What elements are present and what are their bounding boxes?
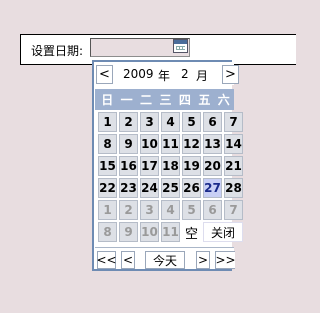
next-month-day-cell[interactable]: 5	[182, 200, 201, 220]
weekday-wednesday: 三	[159, 93, 172, 107]
footer-prev-month-button[interactable]: <	[121, 251, 135, 269]
day-cell[interactable]: 1	[98, 112, 117, 132]
next-month-day-cell[interactable]: 9	[119, 222, 138, 242]
day-cell[interactable]: 26	[182, 178, 201, 198]
day-cell[interactable]: 14	[224, 134, 243, 154]
weekday-sunday: 日	[101, 93, 114, 107]
day-cell[interactable]: 6	[203, 112, 222, 132]
next-month-day-cell[interactable]: 6	[203, 200, 222, 220]
weekday-tuesday: 二	[140, 93, 153, 107]
prev-year-button[interactable]: <<	[96, 251, 117, 269]
year-value[interactable]: 2009	[123, 67, 154, 81]
day-cell[interactable]: 15	[98, 156, 117, 176]
next-month-day-cell[interactable]: 8	[98, 222, 117, 242]
close-button[interactable]: 关闭	[203, 222, 243, 242]
day-cell[interactable]: 16	[119, 156, 138, 176]
weekday-thursday: 四	[178, 93, 191, 107]
day-cell[interactable]: 2	[119, 112, 138, 132]
day-cell[interactable]: 12	[182, 134, 201, 154]
weekday-saturday: 六	[217, 93, 230, 107]
month-unit: 月	[196, 69, 209, 83]
weekday-header-row: 日 一 二 三 四 五 六	[95, 89, 234, 110]
day-cell[interactable]: 7	[224, 112, 243, 132]
next-month-button[interactable]: >	[222, 65, 239, 84]
today-day-cell[interactable]: 27	[203, 178, 222, 198]
day-cell[interactable]: 3	[140, 112, 159, 132]
day-cell[interactable]: 11	[161, 134, 180, 154]
next-month-day-cell[interactable]: 7	[224, 200, 243, 220]
next-month-day-cell[interactable]: 2	[119, 200, 138, 220]
prev-month-button[interactable]: <	[96, 65, 113, 84]
month-value[interactable]: 2	[181, 67, 189, 81]
day-cell[interactable]: 24	[140, 178, 159, 198]
day-cell[interactable]: 8	[98, 134, 117, 154]
day-cell[interactable]: 4	[161, 112, 180, 132]
day-cell[interactable]: 23	[119, 178, 138, 198]
day-cell[interactable]: 13	[203, 134, 222, 154]
day-cell[interactable]: 19	[182, 156, 201, 176]
next-month-day-cell[interactable]: 10	[140, 222, 159, 242]
clear-button[interactable]: 空	[182, 222, 201, 242]
day-cell[interactable]: 20	[203, 156, 222, 176]
date-field-label: 设置日期:	[31, 44, 84, 58]
day-cell[interactable]: 25	[161, 178, 180, 198]
next-month-day-cell[interactable]: 1	[98, 200, 117, 220]
next-month-day-cell[interactable]: 3	[140, 200, 159, 220]
weekday-monday: 一	[120, 93, 133, 107]
next-month-day-cell[interactable]: 11	[161, 222, 180, 242]
next-year-button[interactable]: >>	[215, 251, 236, 269]
day-cell[interactable]: 28	[224, 178, 243, 198]
calendar-icon	[173, 39, 188, 53]
day-cell[interactable]: 9	[119, 134, 138, 154]
today-button[interactable]: 今天	[145, 251, 185, 269]
year-unit: 年	[158, 69, 171, 83]
calendar-header: < 2009 年 2 月 >	[95, 64, 239, 85]
day-grid: 1 2 3 4 5 6 7 8 9 10 11 12 13 14 15 16 1…	[95, 112, 243, 242]
weekday-friday: 五	[198, 93, 211, 107]
calendar-footer: << < 今天 > >>	[95, 247, 236, 269]
open-calendar-button[interactable]	[171, 38, 190, 54]
day-cell[interactable]: 5	[182, 112, 201, 132]
next-month-day-cell[interactable]: 4	[161, 200, 180, 220]
date-picker-popup: < 2009 年 2 月 > 日 一 二 三 四 五 六 1 2 3 4 5 6…	[92, 60, 243, 271]
day-cell[interactable]: 10	[140, 134, 159, 154]
footer-next-month-button[interactable]: >	[196, 251, 210, 269]
day-cell[interactable]: 22	[98, 178, 117, 198]
day-cell[interactable]: 17	[140, 156, 159, 176]
day-cell[interactable]: 18	[161, 156, 180, 176]
day-cell[interactable]: 21	[224, 156, 243, 176]
